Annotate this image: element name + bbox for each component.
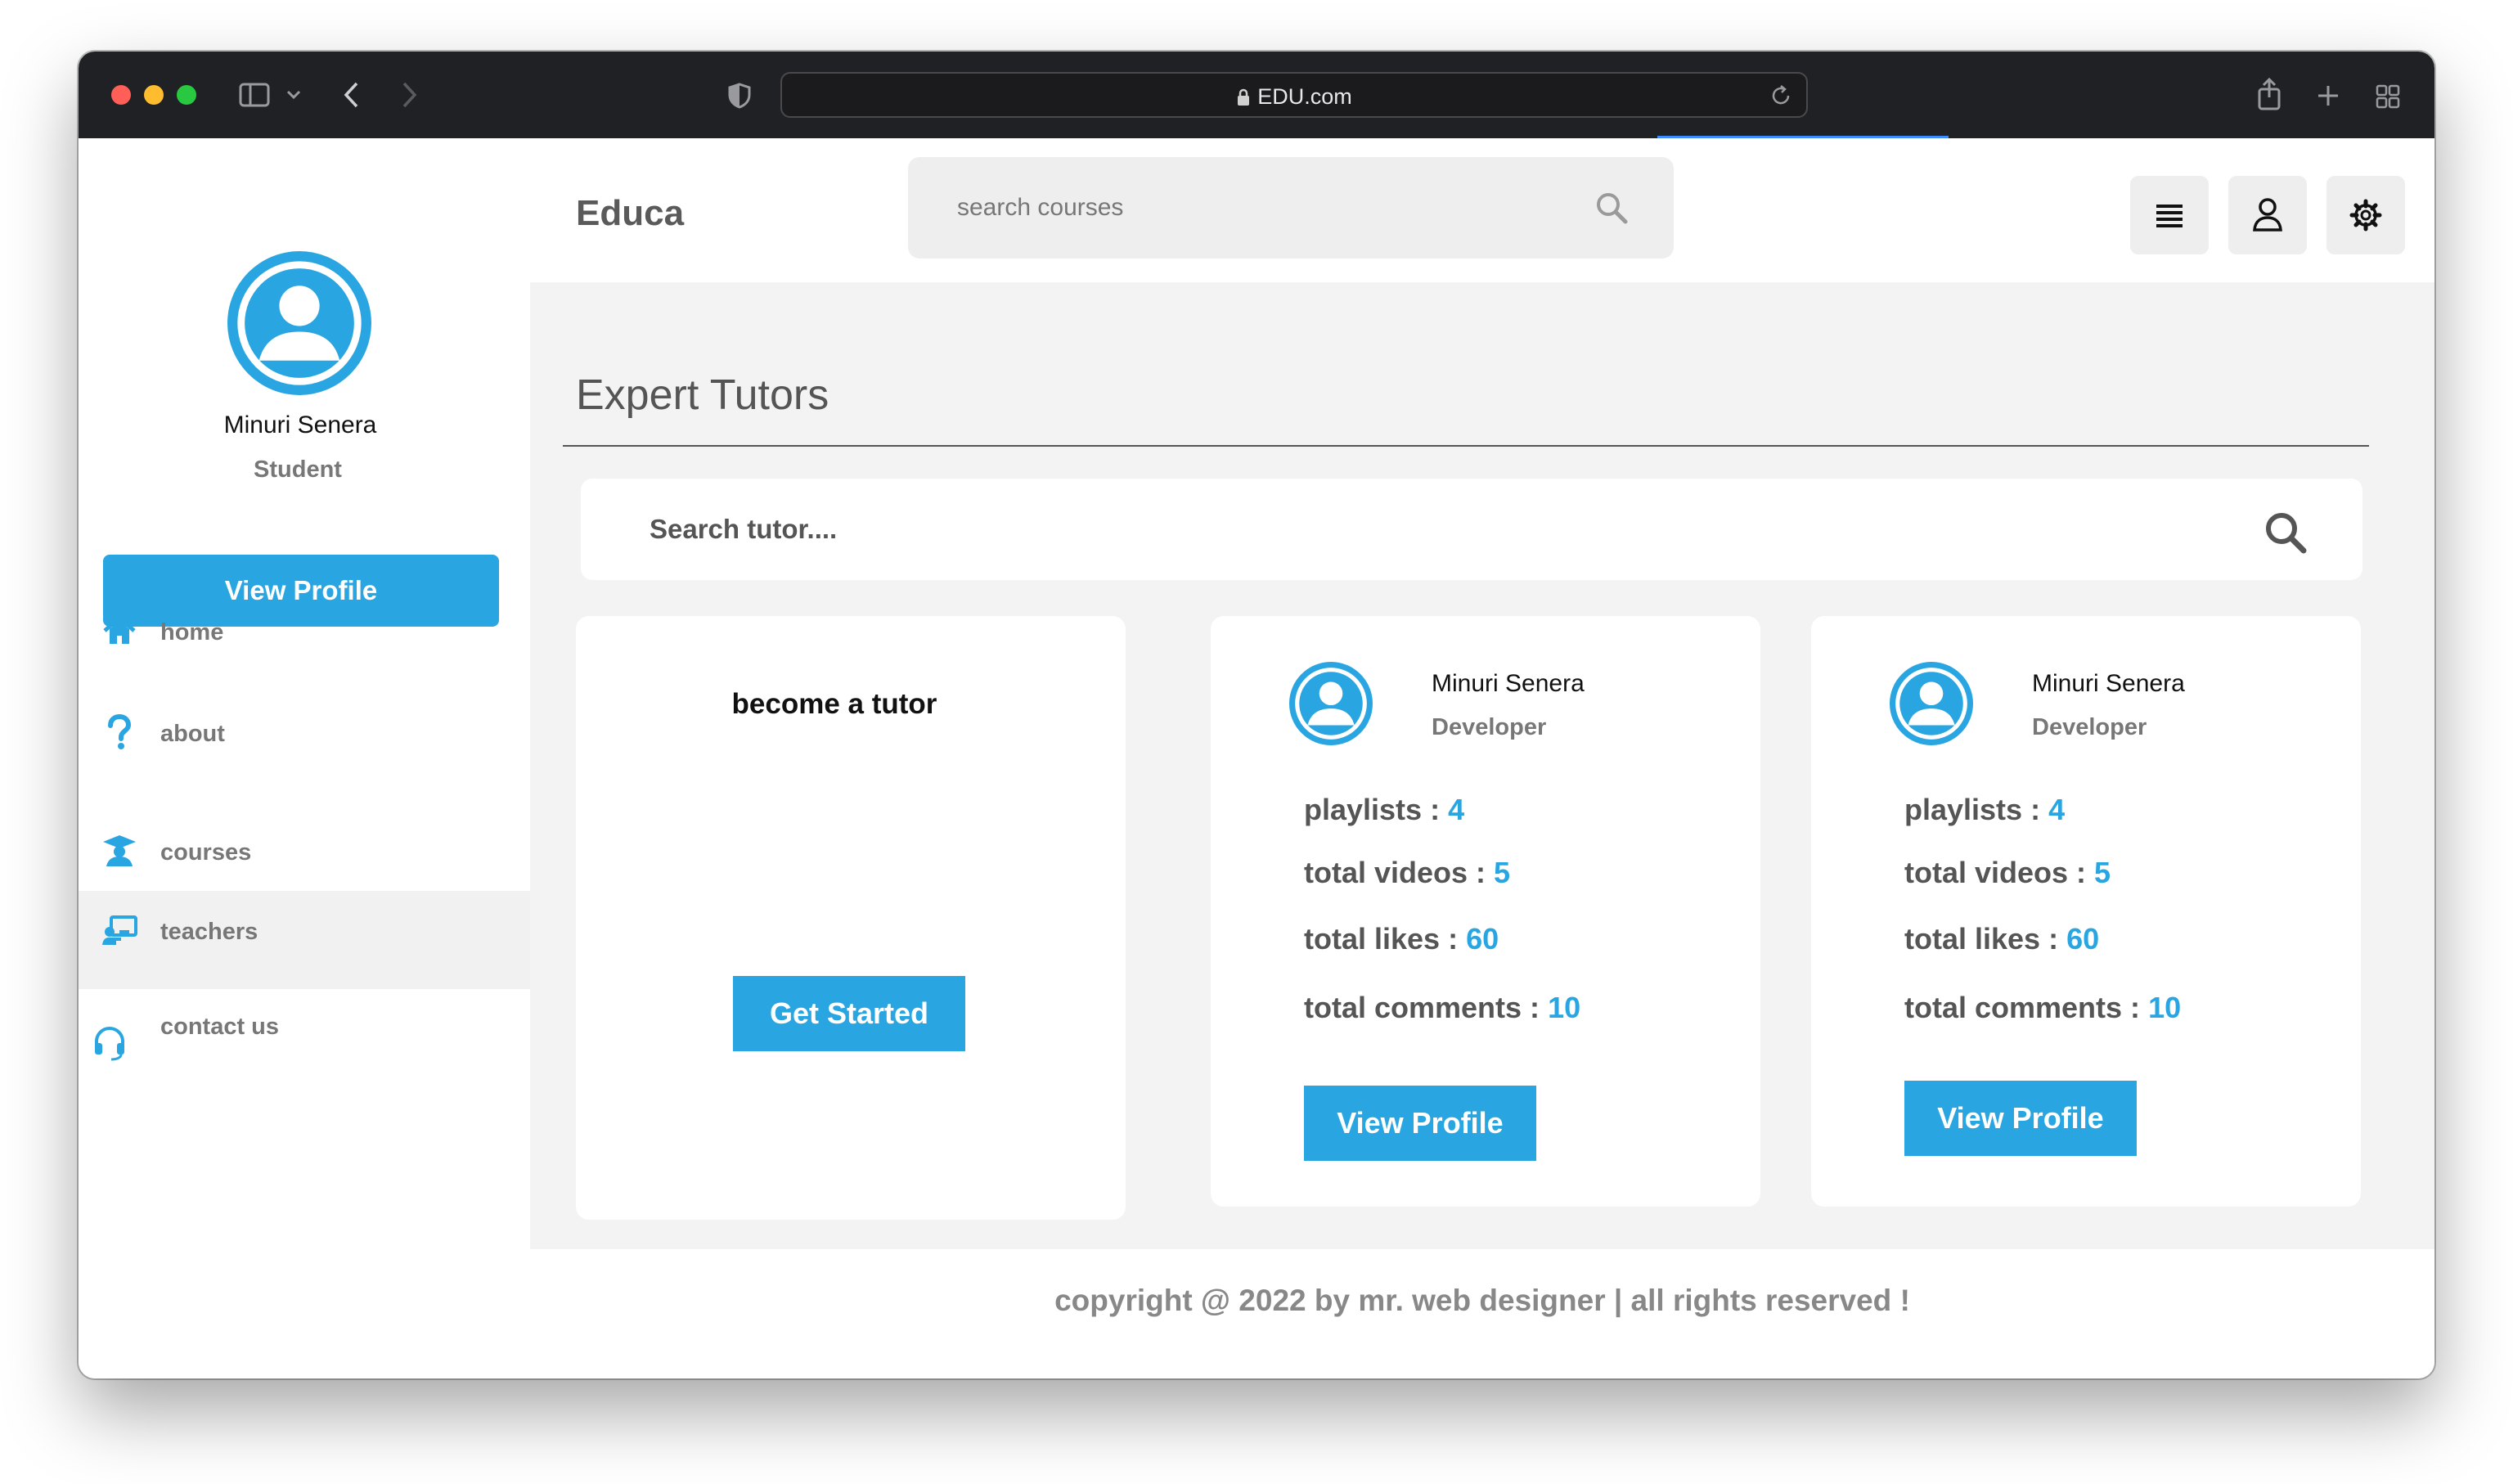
graduation-cap-icon (103, 835, 136, 866)
sidebar-toggle-icon[interactable] (239, 83, 272, 107)
sidebar-user-role: Student (254, 456, 342, 483)
sidebar-item-home[interactable]: home (79, 593, 530, 675)
user-icon (2253, 198, 2282, 232)
tutor-avatar-icon (1289, 662, 1373, 745)
get-started-button[interactable]: Get Started (733, 976, 965, 1051)
forward-icon[interactable] (399, 81, 419, 109)
page-header: Educa search courses (530, 138, 2434, 282)
search-placeholder: search courses (957, 194, 1124, 221)
sidebar-item-label: about (160, 721, 225, 747)
shield-icon[interactable] (728, 83, 751, 109)
page-title: Expert Tutors (576, 371, 829, 419)
settings-icon (2349, 199, 2382, 232)
browser-toolbar: EDU.com (79, 52, 2434, 139)
copyright-text: copyright @ 2022 by mr. web designer | a… (1054, 1284, 1910, 1317)
sidebar-item-teachers[interactable]: teachers (79, 891, 530, 989)
tutor-name: Minuri Senera (2032, 670, 2185, 697)
tutor-avatar-icon (1890, 662, 1973, 745)
tutor-role: Developer (2032, 714, 2147, 740)
address-bar[interactable]: EDU.com (780, 72, 1808, 118)
tutor-view-profile-button[interactable]: View Profile (1904, 1081, 2137, 1156)
tab-overview-icon[interactable] (2376, 84, 2400, 109)
reload-icon[interactable] (1769, 83, 1793, 108)
share-icon[interactable] (2256, 78, 2282, 110)
sidebar-item-label: teachers (160, 919, 258, 945)
menu-button[interactable] (2130, 176, 2209, 254)
url-text: EDU.com (782, 84, 1806, 110)
sidebar-item-label: home (160, 619, 224, 645)
tutor-card: Minuri Senera Developer playlists : 4 to… (1811, 616, 2361, 1207)
stat-total-likes: total likes : 60 (1304, 922, 1499, 956)
sidebar-user-name: Minuri Senera (223, 411, 377, 438)
become-tutor-title: become a tutor (731, 688, 937, 720)
become-tutor-card: become a tutor Get Started (576, 616, 1126, 1220)
course-search-input[interactable]: search courses (908, 157, 1674, 259)
stat-playlists: playlists : 4 (1304, 793, 1465, 826)
brand-logo[interactable]: Educa (576, 193, 684, 234)
tutor-role: Developer (1432, 714, 1547, 740)
url-label: EDU.com (1257, 84, 1352, 109)
search-placeholder: Search tutor.... (650, 514, 838, 544)
zoom-window-button[interactable] (177, 85, 196, 105)
lock-icon (1238, 88, 1250, 106)
tutor-view-profile-button[interactable]: View Profile (1304, 1086, 1536, 1161)
stat-playlists: playlists : 4 (1904, 793, 2066, 826)
sidebar-item-courses[interactable]: courses (79, 811, 530, 893)
browser-window: EDU.com Minuri Senera Student View Profi… (79, 52, 2434, 1378)
title-divider (563, 445, 2369, 447)
stat-total-videos: total videos : 5 (1904, 856, 2111, 889)
main-content: Expert Tutors Search tutor.... become a … (530, 282, 2434, 1249)
stat-total-videos: total videos : 5 (1304, 856, 1511, 889)
sidebar-item-about[interactable]: about (79, 695, 530, 776)
headset-icon (95, 1027, 124, 1061)
close-window-button[interactable] (111, 85, 131, 105)
sidebar-item-contact-us[interactable]: contact us (79, 997, 530, 1079)
sidebar-item-label: contact us (160, 1014, 280, 1040)
minimize-window-button[interactable] (144, 85, 164, 105)
new-tab-icon[interactable] (2317, 84, 2340, 107)
user-avatar-icon (227, 251, 371, 395)
settings-button[interactable] (2326, 176, 2405, 254)
tutor-name: Minuri Senera (1432, 670, 1585, 697)
stat-total-comments: total comments : 10 (1304, 991, 1581, 1024)
stat-total-likes: total likes : 60 (1904, 922, 2100, 956)
page-footer: copyright @ 2022 by mr. web designer | a… (530, 1249, 2434, 1378)
sidebar-item-label: courses (160, 839, 252, 866)
search-icon[interactable] (2264, 511, 2307, 554)
chalkboard-teacher-icon (102, 915, 137, 945)
home-icon (103, 614, 136, 644)
search-icon[interactable] (1595, 191, 1628, 224)
sidebar: Minuri Senera Student View Profile home … (79, 138, 533, 1378)
user-button[interactable] (2228, 176, 2307, 254)
chevron-down-icon[interactable] (286, 89, 301, 101)
stat-total-comments: total comments : 10 (1904, 991, 2182, 1024)
tutor-search-input[interactable]: Search tutor.... (581, 479, 2362, 580)
question-icon (108, 714, 132, 749)
back-icon[interactable] (342, 81, 362, 109)
menu-icon (2156, 205, 2183, 227)
tutor-card: Minuri Senera Developer playlists : 4 to… (1211, 616, 1760, 1207)
